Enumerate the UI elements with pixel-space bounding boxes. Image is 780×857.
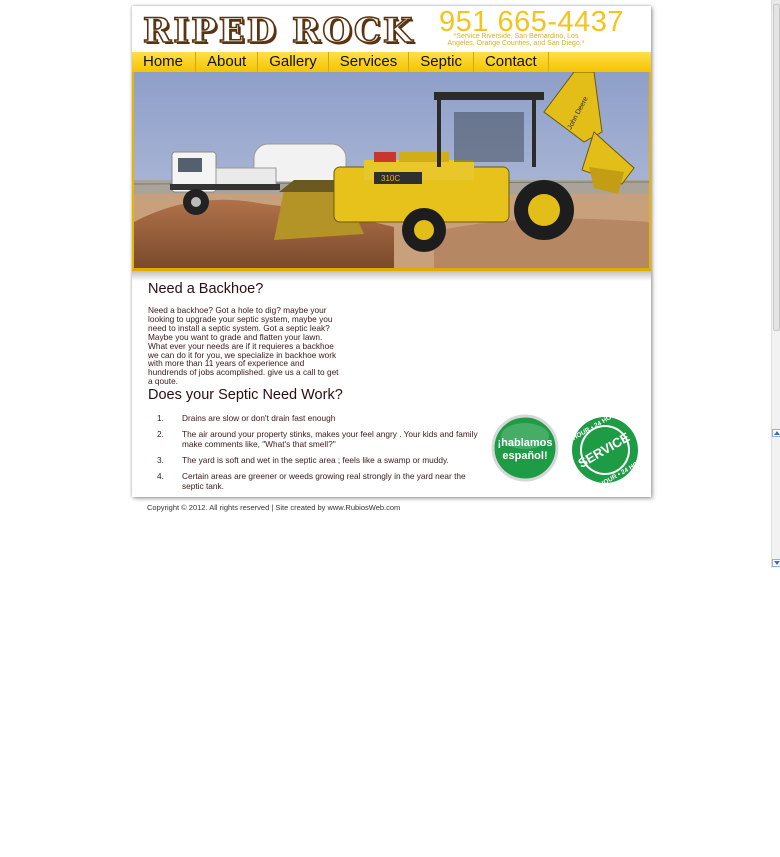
scroll-thumb[interactable] [773,4,780,331]
heading-septic: Does your Septic Need Work? [148,387,343,403]
hablamos-espanol-badge: ¡hablamos español! [491,414,559,482]
list-item: 4. Certain areas are greener or weeds gro… [157,471,466,491]
main-nav: Home About Gallery Services Septic Conta… [132,52,651,74]
nav-services[interactable]: Services [329,52,410,72]
page-container: RIPED ROCK 951 665-4437 *Service Riversi… [132,6,651,497]
site-logo[interactable]: RIPED ROCK [142,10,414,52]
footer-copyright[interactable]: Copyright © 2012. All rights reserved | … [147,503,400,512]
nav-septic[interactable]: Septic [409,52,474,72]
svg-text:¡hablamos: ¡hablamos [497,437,552,449]
nav-gallery[interactable]: Gallery [258,52,329,72]
nav-contact[interactable]: Contact [474,52,549,72]
backhoe-model-label: 310C [381,174,400,183]
septic-signs-list: 1. Drains are slow or don't drain fast en… [157,413,482,497]
hero-shadow [132,271,651,281]
list-item: 1. Drains are slow or don't drain fast en… [157,413,336,423]
heading-need-backhoe: Need a Backhoe? [148,281,264,297]
nav-about[interactable]: About [196,52,259,72]
hero-banner: 310C John Deere [132,72,651,271]
scroll-down-button[interactable] [772,559,780,567]
site-header: RIPED ROCK 951 665-4437 *Service Riversi… [132,6,651,52]
nav-home[interactable]: Home [132,52,197,72]
service-area-note: *Service Riverside, San Bernardino, Los … [447,33,585,47]
arrow-up-icon [774,431,780,435]
intro-paragraph: Need a backhoe? Got a hole to dig? maybe… [148,305,339,387]
svg-text:español!: español! [502,450,547,462]
list-item: 3. The yard is soft and wet in the septic… [157,455,449,465]
scroll-up-button[interactable] [772,429,780,437]
arrow-down-icon [774,561,780,565]
vertical-scrollbar[interactable] [771,0,780,568]
list-item: 2. The air around your property stinks, m… [157,429,478,449]
24-hour-service-badge: 24 HOUR • 24 HOUR SERVICE 24 HOUR • 24 H… [569,414,643,486]
backhoe-photo: 310C John Deere [134,72,649,268]
